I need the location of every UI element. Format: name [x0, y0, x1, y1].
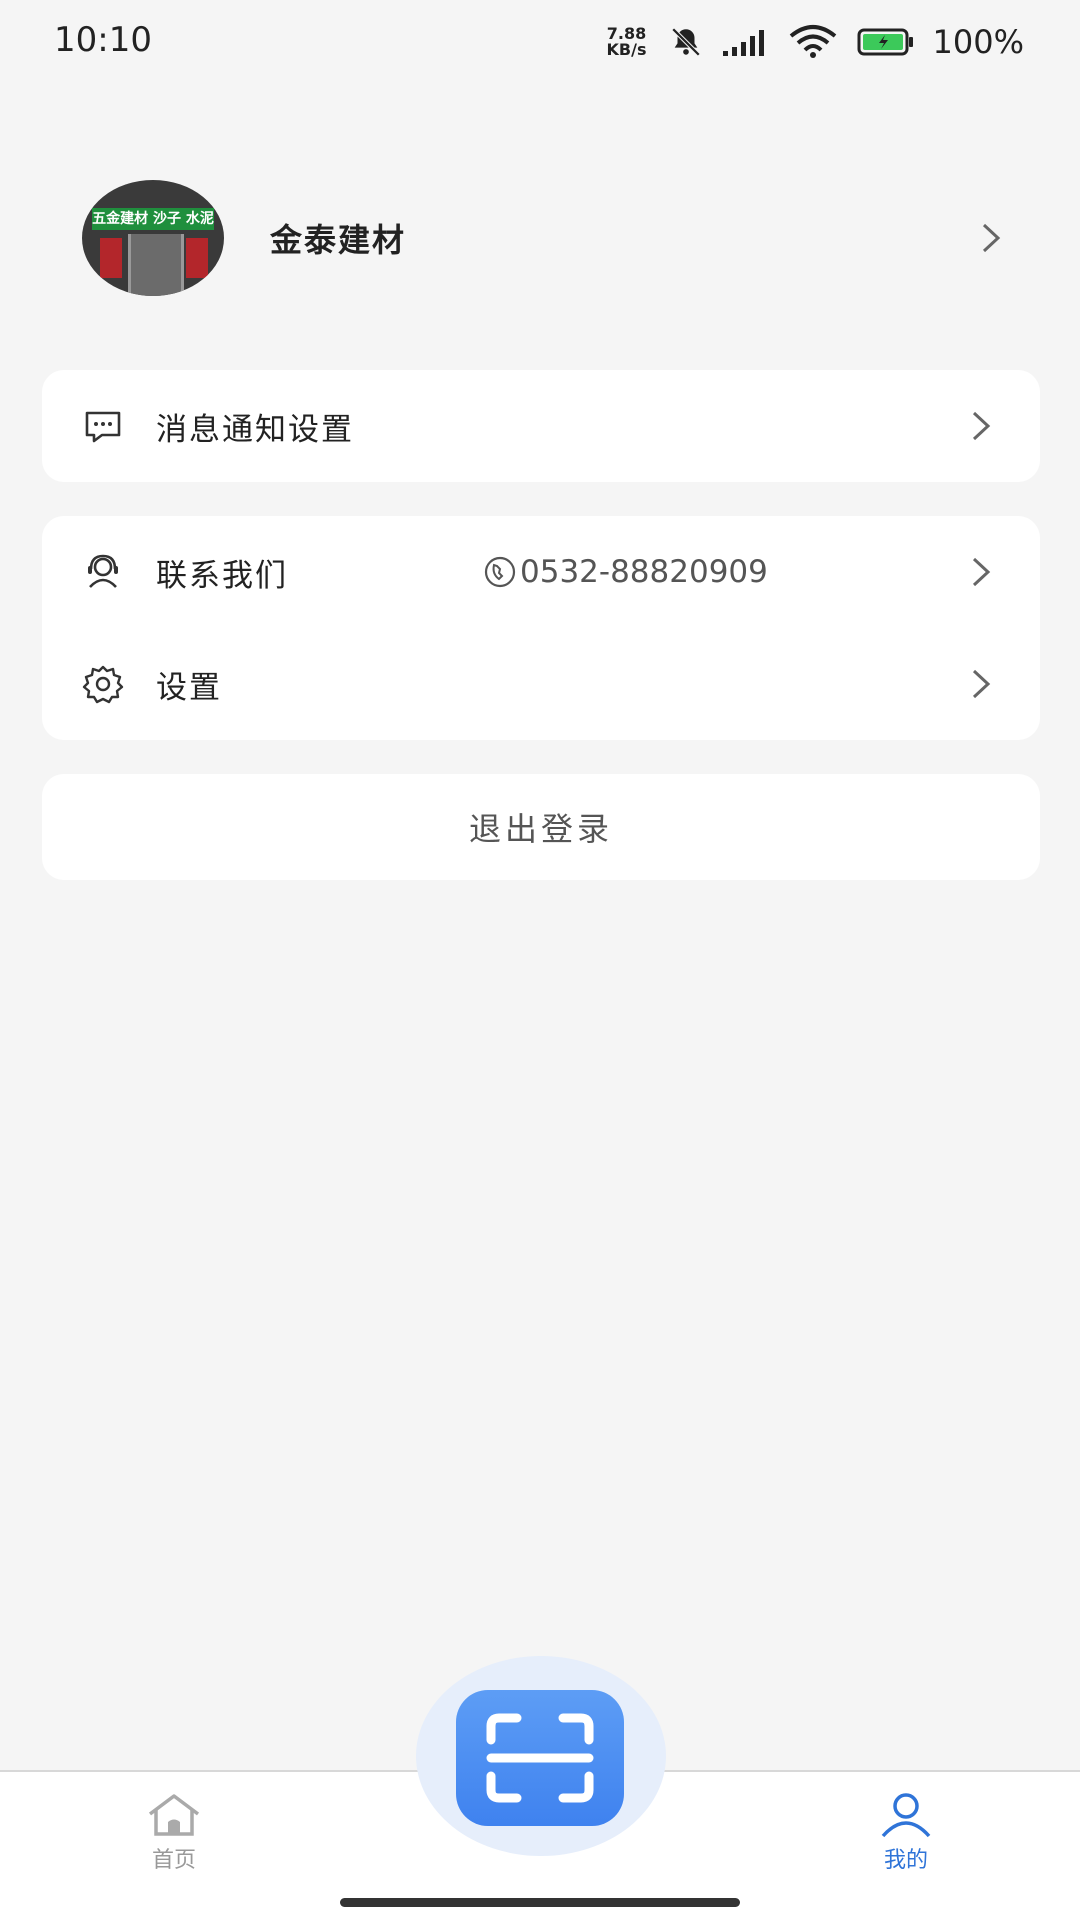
user-icon — [881, 1793, 931, 1838]
contact-phone-number: 0532-88820909 — [520, 554, 768, 590]
menu-label-settings: 设置 — [156, 669, 222, 706]
menu-item-contact-us[interactable]: 联系我们 0532-88820909 — [42, 516, 1040, 628]
signal-icon — [722, 30, 764, 56]
notification-card: 消息通知设置 — [42, 370, 1040, 482]
menu-label-contact: 联系我们 — [156, 557, 288, 594]
profile-header[interactable]: 五金建材 沙子 水泥 金泰建材 — [82, 180, 1002, 296]
bell-muted-icon — [671, 27, 700, 57]
nav-item-home[interactable]: 首页 — [104, 1792, 244, 1874]
menu-item-settings[interactable]: 设置 — [42, 628, 1040, 740]
wifi-icon — [789, 25, 836, 58]
profile-name: 金泰建材 — [270, 221, 407, 259]
status-bar: 10:10 7.88 KB/s 100% — [0, 0, 1080, 84]
home-indicator[interactable] — [340, 1898, 740, 1907]
customer-service-icon — [88, 554, 118, 588]
menu-label-notification: 消息通知设置 — [156, 411, 354, 448]
chevron-right-icon — [972, 411, 991, 441]
battery-icon — [857, 28, 913, 56]
battery-percent: 100% — [932, 23, 1024, 61]
avatar[interactable]: 五金建材 沙子 水泥 — [82, 180, 224, 296]
chevron-right-icon — [982, 223, 1001, 253]
avatar-shop-sign: 五金建材 沙子 水泥 — [92, 208, 214, 230]
message-icon — [85, 411, 121, 443]
chevron-right-icon — [972, 669, 991, 699]
home-icon — [148, 1794, 200, 1836]
network-speed: 7.88 KB/s — [606, 24, 647, 59]
scan-icon — [486, 1713, 594, 1803]
logout-button[interactable]: 退出登录 — [42, 774, 1040, 880]
nav-item-mine[interactable]: 我的 — [836, 1792, 976, 1874]
contact-phone[interactable]: 0532-88820909 — [482, 554, 768, 590]
scan-button[interactable] — [456, 1690, 624, 1826]
phone-icon — [484, 556, 516, 588]
contact-settings-card: 联系我们 0532-88820909 设置 — [42, 516, 1040, 740]
nav-label-mine: 我的 — [883, 1848, 928, 1873]
gear-icon — [82, 665, 124, 704]
nav-label-home: 首页 — [151, 1848, 196, 1873]
status-time: 10:10 — [54, 20, 152, 60]
status-icons: 7.88 KB/s 100% — [603, 18, 1024, 66]
chevron-right-icon — [972, 557, 991, 587]
menu-item-notification-settings[interactable]: 消息通知设置 — [42, 370, 1040, 482]
